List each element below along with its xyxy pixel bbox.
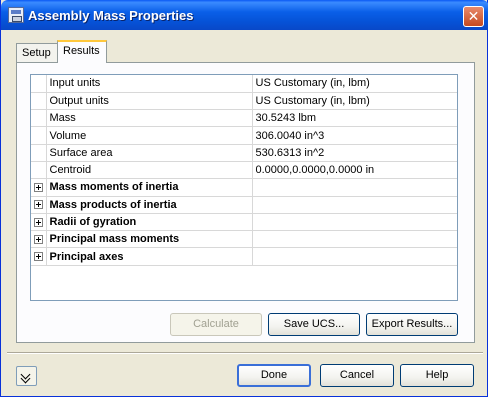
- property-name: Output units: [46, 92, 253, 111]
- property-row[interactable]: Surface area 530.6313 in^2: [31, 144, 457, 162]
- property-value: 306.0040 in^3: [252, 126, 457, 145]
- tab-setup[interactable]: Setup: [16, 43, 58, 63]
- close-button[interactable]: ✕: [463, 6, 484, 27]
- cancel-button[interactable]: Cancel: [320, 364, 394, 387]
- row-gutter: [31, 144, 47, 162]
- row-gutter[interactable]: [31, 178, 47, 197]
- row-gutter: [31, 126, 47, 145]
- property-value: 530.6313 in^2: [252, 144, 457, 162]
- property-group-row[interactable]: Principal axes: [31, 247, 457, 266]
- row-gutter[interactable]: [31, 230, 47, 249]
- export-results-button[interactable]: Export Results...: [366, 313, 458, 336]
- app-icon: [8, 7, 24, 23]
- property-value: [252, 196, 457, 214]
- property-value: 0.0000,0.0000,0.0000 in: [252, 161, 457, 180]
- property-name: Centroid: [46, 161, 253, 180]
- done-button[interactable]: Done: [237, 364, 311, 387]
- property-name: Surface area: [46, 144, 253, 162]
- property-group-row[interactable]: Mass products of inertia: [31, 196, 457, 214]
- property-name: Volume: [46, 126, 253, 145]
- row-gutter: [31, 92, 47, 111]
- property-name: Input units: [46, 75, 253, 93]
- properties-table: Input units US Customary (in, lbm) Output …: [31, 75, 457, 266]
- property-value: 30.5243 lbm: [252, 109, 457, 128]
- property-group-row[interactable]: Mass moments of inertia: [31, 178, 457, 197]
- property-value: [252, 247, 457, 266]
- help-button[interactable]: Help: [400, 364, 474, 387]
- property-value: [252, 178, 457, 197]
- expand-plus-icon[interactable]: [33, 183, 43, 193]
- row-gutter[interactable]: [31, 213, 47, 232]
- property-name: Principal axes: [46, 247, 253, 266]
- expand-plus-icon[interactable]: [33, 200, 43, 210]
- property-row[interactable]: Mass 30.5243 lbm: [31, 109, 457, 128]
- expand-plus-icon[interactable]: [33, 217, 43, 227]
- window-title: Assembly Mass Properties: [28, 8, 194, 23]
- property-value: US Customary (in, lbm): [252, 75, 457, 93]
- expand-plus-icon[interactable]: [33, 252, 43, 262]
- row-gutter: [31, 109, 47, 128]
- property-name: Radii of gyration: [46, 213, 253, 232]
- row-gutter: [31, 75, 47, 93]
- save-ucs-button[interactable]: Save UCS...: [268, 313, 360, 336]
- row-gutter: [31, 161, 47, 180]
- property-group-row[interactable]: Radii of gyration: [31, 213, 457, 232]
- property-value: [252, 213, 457, 232]
- divider: [7, 352, 483, 354]
- tab-results[interactable]: Results: [57, 40, 107, 63]
- properties-grid: Input units US Customary (in, lbm) Output …: [30, 74, 458, 301]
- property-group-row[interactable]: Principal mass moments: [31, 230, 457, 249]
- property-name: Principal mass moments: [46, 230, 253, 249]
- calculate-button[interactable]: Calculate: [170, 313, 262, 336]
- property-name: Mass moments of inertia: [46, 178, 253, 197]
- property-value: US Customary (in, lbm): [252, 92, 457, 111]
- row-gutter[interactable]: [31, 196, 47, 214]
- property-row[interactable]: Output units US Customary (in, lbm): [31, 92, 457, 111]
- assembly-mass-properties-dialog: Assembly Mass Properties ✕ Setup Results…: [0, 0, 488, 397]
- expand-plus-icon[interactable]: [33, 234, 43, 244]
- property-row[interactable]: Centroid 0.0000,0.0000,0.0000 in: [31, 161, 457, 180]
- property-row[interactable]: Input units US Customary (in, lbm): [31, 75, 457, 93]
- expand-options-icon[interactable]: [16, 366, 37, 386]
- title-bar: Assembly Mass Properties ✕: [1, 0, 488, 30]
- property-name: Mass: [46, 109, 253, 128]
- property-name: Mass products of inertia: [46, 196, 253, 214]
- property-value: [252, 230, 457, 249]
- property-row[interactable]: Volume 306.0040 in^3: [31, 126, 457, 145]
- row-gutter[interactable]: [31, 247, 47, 266]
